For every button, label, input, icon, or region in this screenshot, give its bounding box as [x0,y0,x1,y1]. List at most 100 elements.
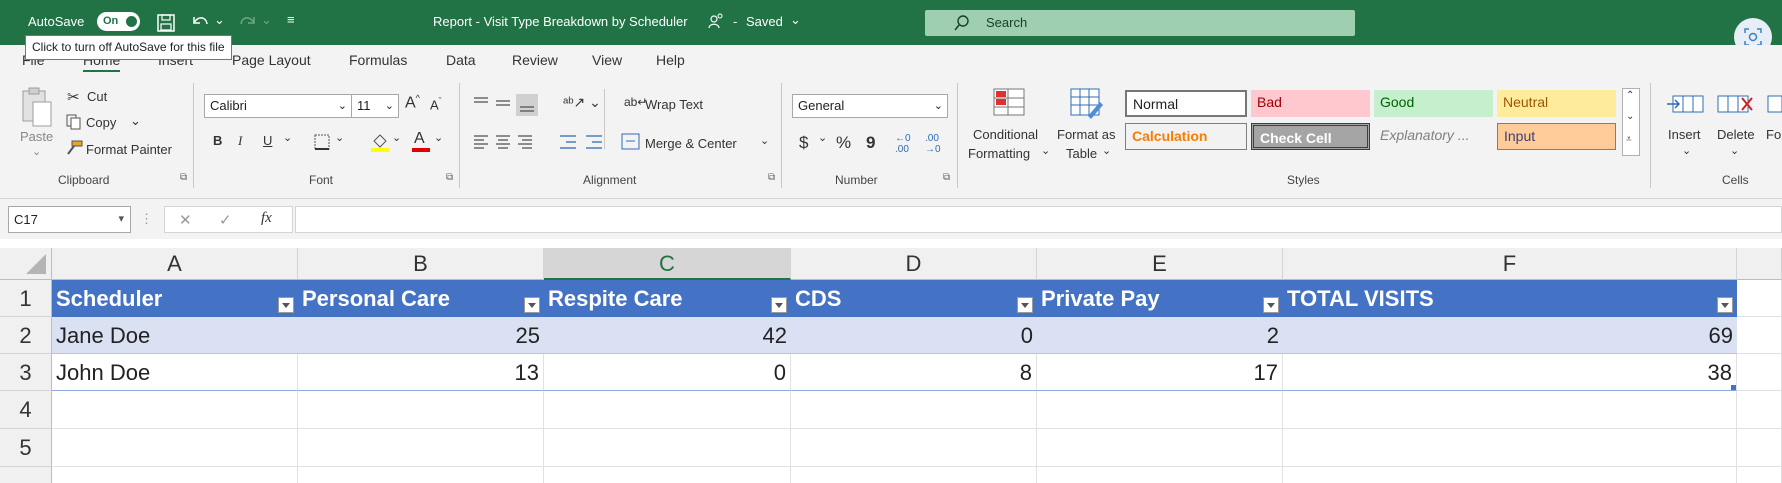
table-header-cell[interactable]: TOTAL VISITS [1283,280,1737,317]
tab-help[interactable]: Help [656,52,685,68]
horizontal-align-icons[interactable] [472,133,552,151]
grid-cell[interactable]: 17 [1037,354,1283,391]
format-as-table-label-2[interactable]: Table [1066,146,1097,161]
table-header-cell[interactable]: CDS [791,280,1037,317]
grid-cell[interactable]: 25 [298,317,544,354]
number-launcher-icon[interactable]: ⧉ [943,172,950,183]
name-box-dropdown-icon[interactable]: ▾ [118,207,124,232]
column-header-b[interactable]: B [298,248,544,280]
grid-cell[interactable] [791,429,1037,467]
merge-center-dropdown-icon[interactable]: ⌄ [760,134,769,147]
grid-cell[interactable] [544,467,791,483]
redo-icon[interactable] [236,12,258,32]
style-good[interactable]: Good [1374,90,1493,117]
font-size-box[interactable]: 11 ⌄ [351,94,399,118]
grid-cell[interactable] [52,429,298,467]
select-all-button[interactable] [0,248,52,280]
grid-cell[interactable] [1737,280,1782,317]
column-header-d[interactable]: D [791,248,1037,280]
paste-dropdown-icon[interactable]: ⌄ [32,145,41,158]
paste-label[interactable]: Paste [20,129,53,144]
vertical-align-icons[interactable] [472,94,552,116]
table-header-cell[interactable]: Personal Care [298,280,544,317]
percent-button[interactable]: % [836,133,851,153]
cancel-icon[interactable]: ✕ [179,211,192,229]
grid-cell[interactable] [52,391,298,429]
style-bad[interactable]: Bad [1251,90,1370,117]
conditional-formatting-label-1[interactable]: Conditional [973,127,1038,142]
column-header-g[interactable] [1737,248,1782,280]
alignment-launcher-icon[interactable]: ⧉ [768,172,775,183]
save-icon[interactable] [156,13,176,33]
name-box[interactable]: C17 ▾ [8,206,131,233]
font-name-box[interactable]: Calibri ⌄ [204,94,352,118]
column-header-a[interactable]: A [52,248,298,280]
row-header-5[interactable]: 5 [0,429,52,467]
font-color-dropdown-icon[interactable]: ⌄ [434,131,443,144]
fill-color-icon[interactable] [370,131,390,153]
grid-cell[interactable] [298,391,544,429]
font-launcher-icon[interactable]: ⧉ [446,172,453,183]
column-header-c[interactable]: C [544,248,791,280]
insert-function-icon[interactable]: fx [261,210,272,227]
row-header-6[interactable] [0,467,52,483]
grid-cell[interactable] [1037,467,1283,483]
insert-dropdown-icon[interactable]: ⌄ [1682,144,1691,157]
grid-cell[interactable]: 0 [791,317,1037,354]
merge-center-button[interactable]: Merge & Center [645,136,737,151]
filter-dropdown-icon[interactable] [1717,297,1733,313]
styles-gallery-scroll[interactable]: ⌃ ⌄ ⩡ [1622,88,1640,156]
grid-cell[interactable]: 38 [1283,354,1737,391]
decrease-font-icon[interactable]: Aˇ [430,96,442,112]
bold-button[interactable]: B [213,133,222,148]
row-header-3[interactable]: 3 [0,354,52,391]
grid-cell[interactable]: 69 [1283,317,1737,354]
grid-cell[interactable] [1737,391,1782,429]
format-as-table-dropdown-icon[interactable]: ⌄ [1102,144,1111,157]
font-color-icon[interactable]: A [411,130,431,154]
filter-dropdown-icon[interactable] [524,297,540,313]
style-input[interactable]: Input [1497,123,1616,150]
grid-cell[interactable] [298,467,544,483]
autosave-toggle[interactable]: On [97,12,140,31]
grid-cell[interactable] [544,391,791,429]
gallery-more-icon[interactable]: ⩡ [1626,134,1632,145]
redo-dropdown-icon[interactable]: ⌄ [261,12,272,28]
grid-cell[interactable] [791,467,1037,483]
delete-button[interactable]: Delete [1717,127,1755,142]
cut-button[interactable]: Cut [87,89,107,104]
decimal-decrease-icon[interactable]: .00 →0 [925,133,941,155]
grid-cell[interactable] [1037,391,1283,429]
copy-dropdown-icon[interactable]: ⌄ [130,113,141,129]
grid-cell[interactable]: Jane Doe [52,317,298,354]
column-header-f[interactable]: F [1283,248,1737,280]
grid-cell[interactable] [1283,429,1737,467]
format-as-table-label-1[interactable]: Format as [1057,127,1116,142]
copy-button[interactable]: Copy [86,115,116,130]
table-header-cell[interactable]: Private Pay [1037,280,1283,317]
paste-icon[interactable] [20,86,54,128]
grid-cell[interactable]: 8 [791,354,1037,391]
grid-cell[interactable]: 2 [1037,317,1283,354]
tab-page-layout[interactable]: Page Layout [232,52,311,68]
tab-data[interactable]: Data [446,52,476,68]
format-painter-button[interactable]: Format Painter [86,142,172,157]
enter-icon[interactable]: ✓ [219,211,232,229]
column-header-e[interactable]: E [1037,248,1283,280]
row-header-1[interactable]: 1 [0,280,52,317]
increase-font-icon[interactable]: A^ [405,93,420,112]
conditional-formatting-label-2[interactable]: Formatting [968,146,1030,161]
tab-review[interactable]: Review [512,52,558,68]
font-size-dropdown-icon[interactable]: ⌄ [385,95,394,117]
style-neutral[interactable]: Neutral [1497,90,1616,117]
grid-cell[interactable]: 0 [544,354,791,391]
currency-dropdown-icon[interactable]: ⌄ [818,131,827,144]
fill-color-dropdown-icon[interactable]: ⌄ [392,131,401,144]
style-explanatory[interactable]: Explanatory ... [1374,123,1493,150]
filter-dropdown-icon[interactable] [1017,297,1033,313]
format-button[interactable]: Fo [1766,127,1781,142]
filter-dropdown-icon[interactable] [771,297,787,313]
insert-button[interactable]: Insert [1668,127,1701,142]
grid-cell[interactable] [1283,467,1737,483]
grid-cell[interactable] [1737,354,1782,391]
